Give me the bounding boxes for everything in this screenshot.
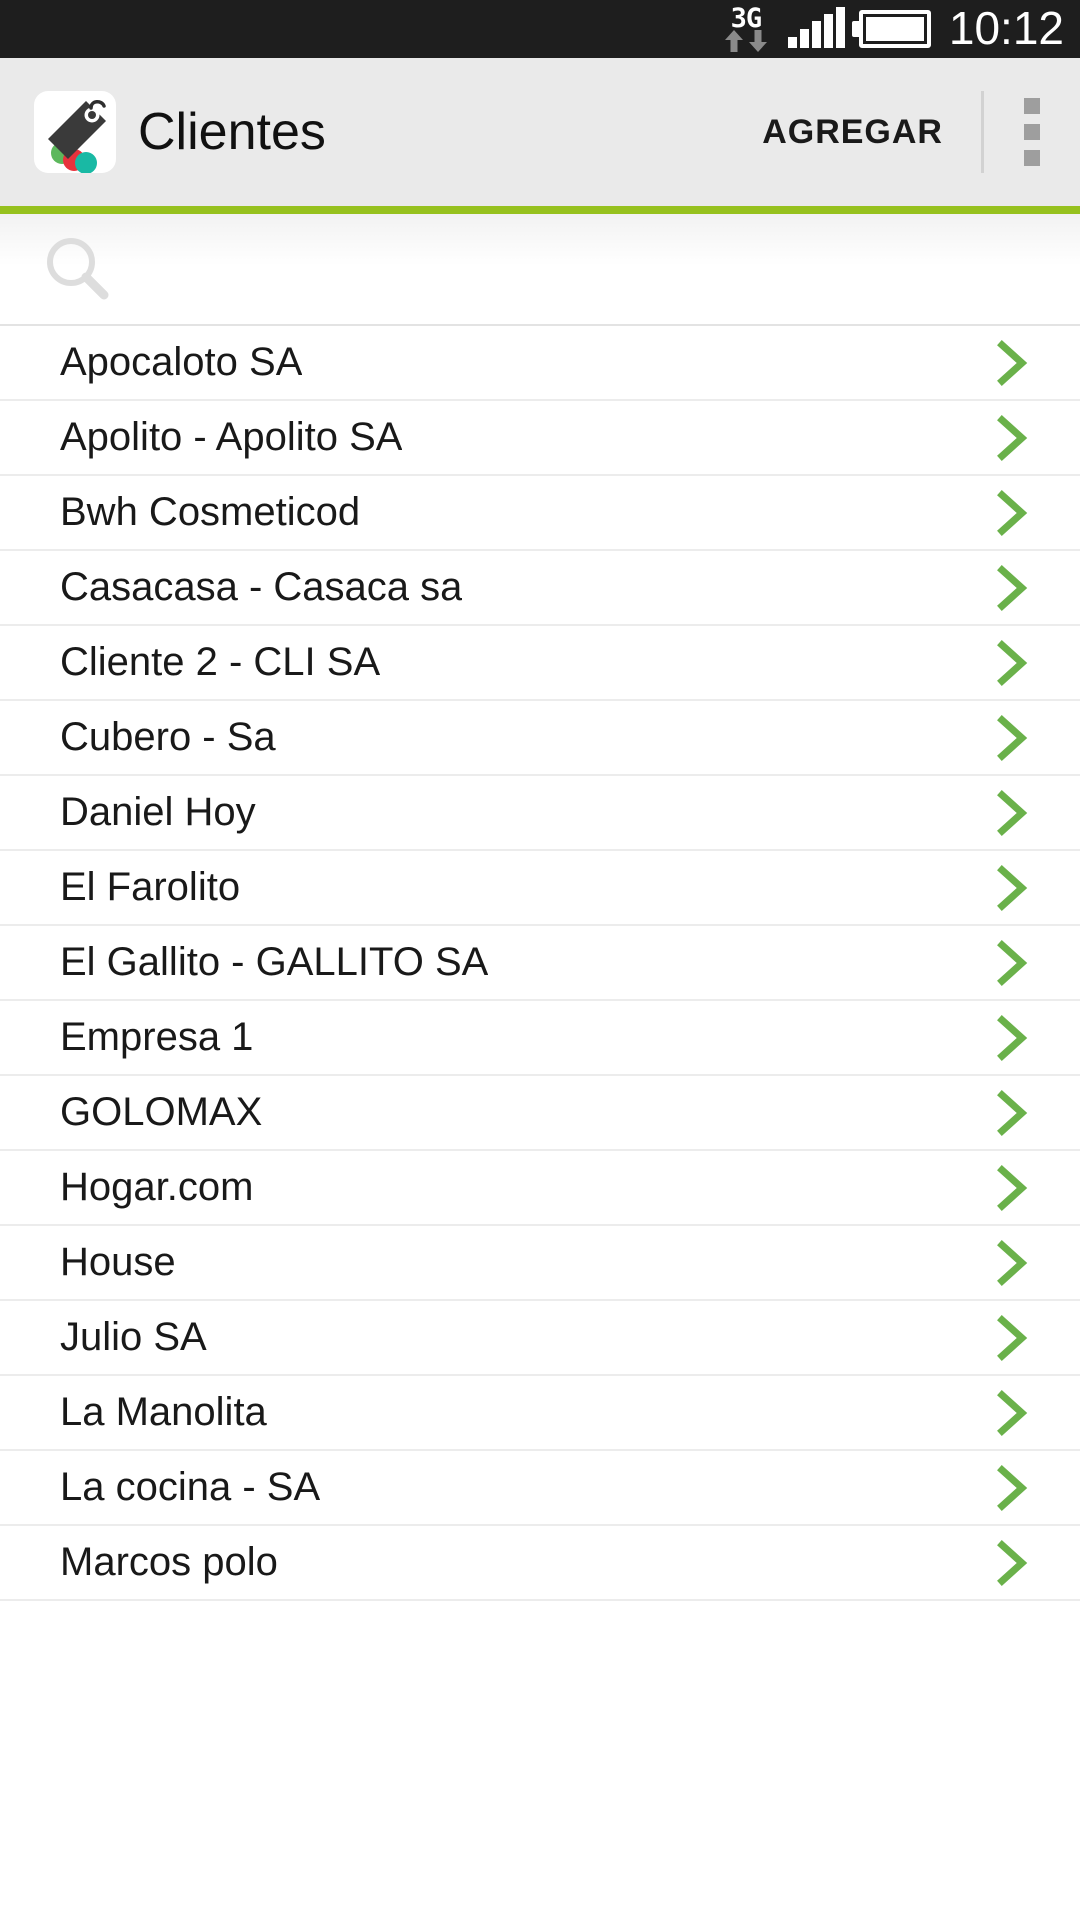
search-input[interactable]	[118, 248, 1080, 292]
client-name: La cocina - SA	[60, 1465, 321, 1509]
client-name: El Gallito - GALLITO SA	[60, 940, 489, 984]
overflow-menu-icon[interactable]	[984, 58, 1080, 206]
list-item[interactable]: Cliente 2 - CLI SA	[0, 626, 1080, 701]
list-item[interactable]: Daniel Hoy	[0, 776, 1080, 851]
client-name: Bwh Cosmeticod	[60, 490, 361, 534]
chevron-right-icon[interactable]	[990, 1162, 1034, 1214]
page-title: Clientes	[138, 103, 326, 161]
list-item[interactable]: Bwh Cosmeticod	[0, 476, 1080, 551]
list-item[interactable]: Hogar.com	[0, 1151, 1080, 1226]
list-item[interactable]: House	[0, 1226, 1080, 1301]
client-name: Julio SA	[60, 1315, 207, 1359]
list-item[interactable]: El Farolito	[0, 851, 1080, 926]
list-item[interactable]: Casacasa - Casaca sa	[0, 551, 1080, 626]
list-item[interactable]: Julio SA	[0, 1301, 1080, 1376]
client-name: Daniel Hoy	[60, 790, 256, 834]
list-item[interactable]: La Manolita	[0, 1376, 1080, 1451]
client-name: Hogar.com	[60, 1165, 254, 1209]
chevron-right-icon[interactable]	[990, 637, 1034, 689]
chevron-right-icon[interactable]	[990, 1537, 1034, 1589]
chevron-right-icon[interactable]	[990, 862, 1034, 914]
data-transfer-arrows	[723, 29, 769, 53]
client-name: La Manolita	[60, 1390, 267, 1434]
list-item[interactable]: El Gallito - GALLITO SA	[0, 926, 1080, 1001]
chevron-right-icon[interactable]	[990, 712, 1034, 764]
chevron-right-icon[interactable]	[990, 487, 1034, 539]
list-item[interactable]: Apocaloto SA	[0, 326, 1080, 401]
client-name: Cubero - Sa	[60, 715, 276, 759]
chevron-right-icon[interactable]	[990, 337, 1034, 389]
client-list[interactable]: Apocaloto SA Apolito - Apolito SA Bwh Co…	[0, 326, 1080, 1601]
client-name: House	[60, 1240, 176, 1284]
arrow-down-icon	[747, 29, 769, 53]
chevron-right-icon[interactable]	[990, 1312, 1034, 1364]
chevron-right-icon[interactable]	[990, 412, 1034, 464]
status-bar: 3G 10:12	[0, 0, 1080, 58]
battery-full-icon	[858, 10, 931, 48]
arrow-up-icon	[723, 29, 745, 53]
chevron-right-icon[interactable]	[990, 1237, 1034, 1289]
list-item[interactable]: Cubero - Sa	[0, 701, 1080, 776]
price-tag-icon[interactable]	[34, 91, 116, 173]
list-item[interactable]: Empresa 1	[0, 1001, 1080, 1076]
list-item[interactable]: GOLOMAX	[0, 1076, 1080, 1151]
client-name: Apocaloto SA	[60, 340, 303, 384]
client-name: Cliente 2 - CLI SA	[60, 640, 381, 684]
signal-bars-icon	[787, 7, 845, 48]
status-bar-clock: 10:12	[948, 1, 1064, 54]
client-name: Apolito - Apolito SA	[60, 415, 403, 459]
magnifier-icon[interactable]	[40, 231, 118, 309]
search-bar[interactable]	[0, 214, 1080, 326]
client-name: Marcos polo	[60, 1540, 278, 1584]
list-item[interactable]: Apolito - Apolito SA	[0, 401, 1080, 476]
chevron-right-icon[interactable]	[990, 1012, 1034, 1064]
app-bar: Clientes AGREGAR	[0, 58, 1080, 206]
add-button[interactable]: AGREGAR	[738, 113, 981, 152]
chevron-right-icon[interactable]	[990, 1087, 1034, 1139]
chevron-right-icon[interactable]	[990, 787, 1034, 839]
client-name: GOLOMAX	[60, 1090, 263, 1134]
list-item[interactable]: La cocina - SA	[0, 1451, 1080, 1526]
chevron-right-icon[interactable]	[990, 937, 1034, 989]
client-name: El Farolito	[60, 865, 241, 909]
client-name: Casacasa - Casaca sa	[60, 565, 463, 609]
chevron-right-icon[interactable]	[990, 1387, 1034, 1439]
accent-divider	[0, 206, 1080, 214]
network-status-group: 3G	[718, 2, 774, 56]
chevron-right-icon[interactable]	[990, 562, 1034, 614]
chevron-right-icon[interactable]	[990, 1462, 1034, 1514]
app-bar-actions: AGREGAR	[738, 58, 1080, 206]
list-item[interactable]: Marcos polo	[0, 1526, 1080, 1601]
client-name: Empresa 1	[60, 1015, 254, 1059]
